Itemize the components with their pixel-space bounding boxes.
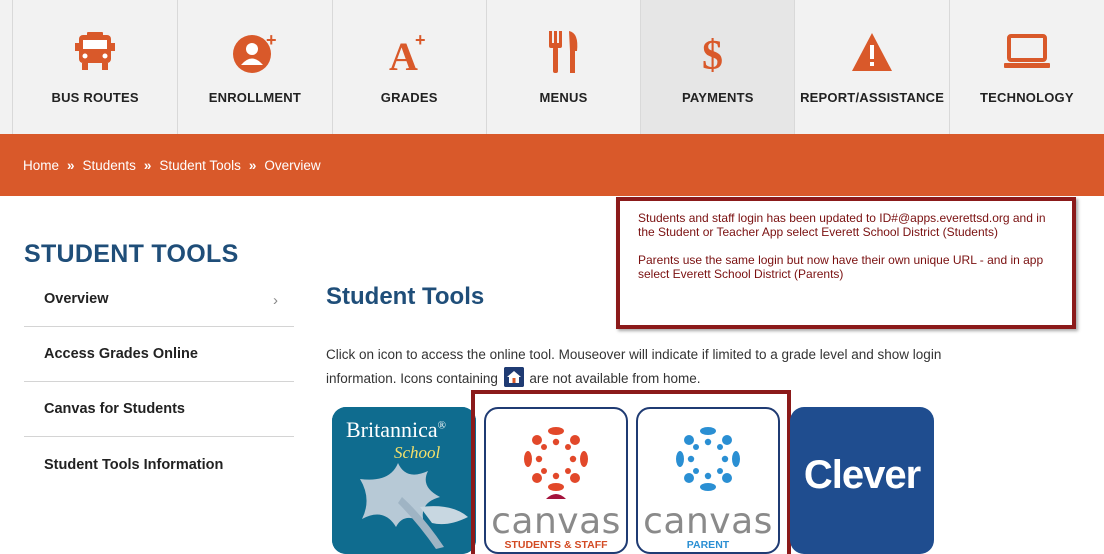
nav-label: BUS ROUTES — [51, 90, 139, 105]
canvas-wordmark: canvas — [643, 501, 773, 542]
clever-wordmark: Clever — [803, 453, 921, 497]
sidebar-item-access-grades-online[interactable]: Access Grades Online — [24, 327, 294, 382]
sidebar-item-label: Student Tools Information — [44, 456, 224, 473]
sidebar-item-student-tools-information[interactable]: Student Tools Information — [24, 437, 294, 492]
description-text: are not available from home. — [529, 371, 701, 386]
nav-payments[interactable]: $ PAYMENTS — [641, 0, 796, 134]
breadcrumb-current: Overview — [264, 157, 321, 173]
nav-report-assistance[interactable]: REPORT/ASSISTANCE — [795, 0, 950, 134]
breadcrumb-students[interactable]: Students — [83, 158, 136, 173]
fork-knife-icon — [535, 26, 591, 78]
svg-text:A: A — [389, 34, 418, 74]
sidebar-item-label: Access Grades Online — [44, 346, 198, 362]
breadcrumb-student-tools[interactable]: Student Tools — [159, 158, 241, 173]
canvas-wordmark: canvas — [491, 501, 621, 542]
grade-a-plus-icon: A + — [381, 26, 437, 78]
nav-label: PAYMENTS — [681, 90, 754, 105]
nav-label: TECHNOLOGY — [980, 90, 1074, 105]
sidebar-title: STUDENT TOOLS — [24, 240, 239, 268]
canvas-students-staff-label: STUDENTS & STAFF — [504, 539, 608, 551]
home-icon — [503, 367, 524, 387]
sidebar-item-label: Overview — [44, 291, 109, 307]
notice-students: Students and staff login has been update… — [638, 211, 1046, 239]
notice-parents: Parents use the same login but now have … — [638, 253, 1044, 281]
canvas-students-staff-tile[interactable]: canvas STUDENTS & STAFF — [484, 407, 628, 554]
clever-tile[interactable]: Clever — [790, 407, 934, 554]
sidebar-menu: Overview › Access Grades Online Canvas f… — [24, 272, 294, 492]
canvas-parent-tile[interactable]: canvas PARENT — [636, 407, 780, 554]
nav-label: REPORT/ASSISTANCE — [800, 90, 945, 105]
top-nav: BUS ROUTES + ENROLLMENT A + GRADES MENUS… — [0, 0, 1104, 134]
nav-enrollment[interactable]: + ENROLLMENT — [178, 0, 333, 134]
svg-text:+: + — [266, 30, 277, 50]
sidebar-item-overview[interactable]: Overview › — [24, 272, 294, 327]
dollar-icon: $ — [690, 26, 746, 78]
britannica-title: Britannica® — [346, 417, 446, 442]
svg-text:+: + — [415, 30, 426, 50]
sidebar-item-canvas-for-students[interactable]: Canvas for Students — [24, 382, 294, 437]
canvas-parent-label: PARENT — [686, 539, 730, 551]
canvas-logo-icon — [524, 427, 588, 499]
svg-text:$: $ — [702, 33, 723, 75]
add-user-icon: + — [227, 26, 283, 78]
nav-menus[interactable]: MENUS — [486, 0, 642, 134]
britannica-subtitle: School — [394, 443, 441, 462]
sidebar-item-label: Canvas for Students — [44, 401, 185, 417]
nav-bus-routes[interactable]: BUS ROUTES — [12, 0, 179, 134]
nav-label: ENROLLMENT — [208, 90, 302, 105]
bus-icon — [67, 26, 123, 78]
breadcrumb-separator: » — [67, 157, 75, 173]
breadcrumb: Home » Students » Student Tools » Overvi… — [0, 134, 1104, 196]
login-notice: Students and staff login has been update… — [616, 197, 1076, 329]
nav-technology[interactable]: TECHNOLOGY — [949, 0, 1104, 134]
nav-grades[interactable]: A + GRADES — [332, 0, 487, 134]
breadcrumb-separator: » — [143, 157, 152, 173]
breadcrumb-home[interactable]: Home — [23, 158, 59, 173]
chevron-right-icon: › — [273, 292, 278, 309]
britannica-school-tile[interactable]: Britannica® School — [332, 407, 476, 554]
laptop-icon — [999, 26, 1055, 78]
nav-label: MENUS — [539, 90, 588, 105]
breadcrumb-separator: » — [248, 157, 257, 173]
warning-icon — [844, 26, 900, 78]
page-description: Click on icon to access the online tool.… — [326, 343, 966, 391]
nav-label: GRADES — [380, 90, 438, 105]
canvas-logo-icon — [676, 427, 740, 491]
page-title: Student Tools — [326, 283, 485, 310]
